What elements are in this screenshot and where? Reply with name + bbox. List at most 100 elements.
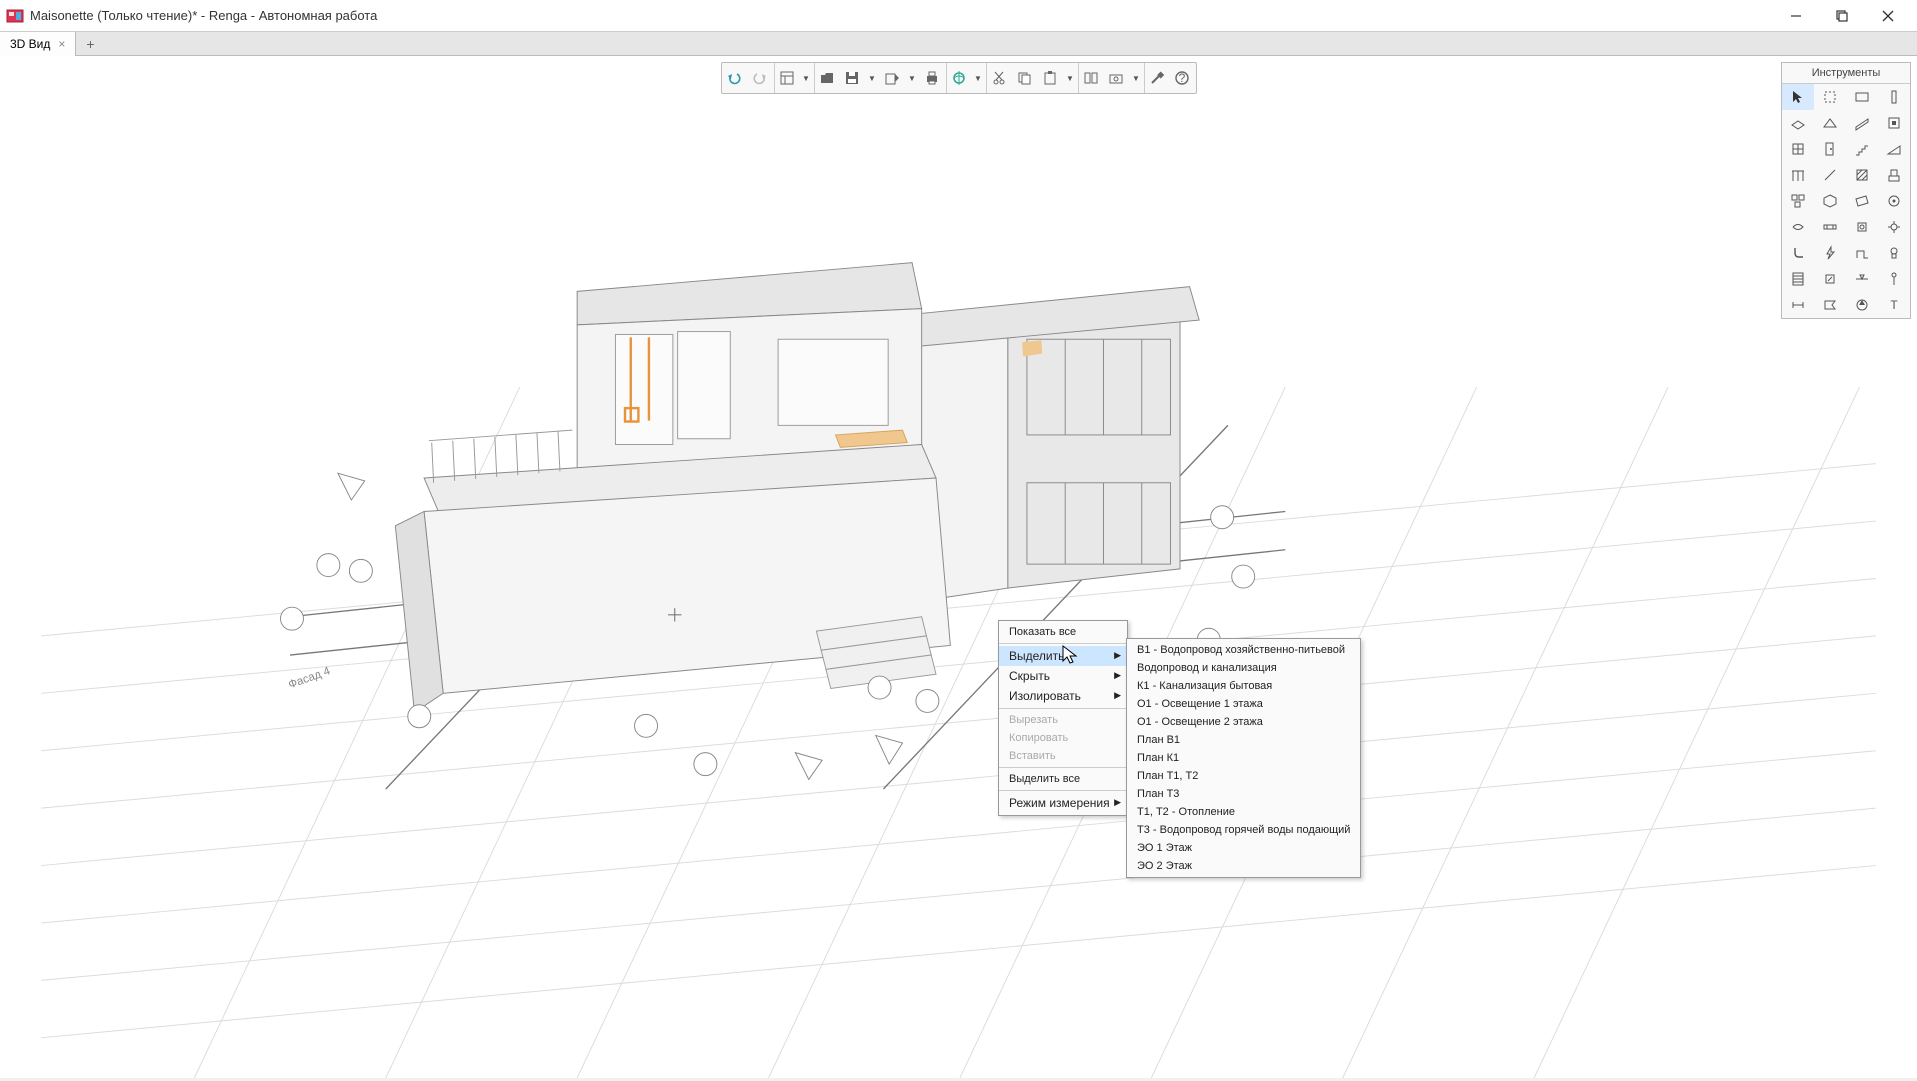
submenu-item[interactable]: Т1, Т2 - Отопление xyxy=(1127,803,1360,821)
tool-plate[interactable] xyxy=(1846,188,1878,214)
cm-hide[interactable]: Скрыть▶ xyxy=(999,666,1127,686)
tool-pipe[interactable] xyxy=(1782,214,1814,240)
tools-grid: T xyxy=(1782,84,1910,318)
submenu-item[interactable]: ЭО 1 Этаж xyxy=(1127,839,1360,857)
tools-panel: Инструменты xyxy=(1781,62,1911,319)
export-button[interactable] xyxy=(880,63,906,93)
cm-measure-mode[interactable]: Режим измерения▶ xyxy=(999,793,1127,813)
submenu-item[interactable]: План Т3 xyxy=(1127,785,1360,803)
paste-button[interactable] xyxy=(1038,63,1064,93)
tool-elevation[interactable] xyxy=(1846,292,1878,318)
tool-duct[interactable] xyxy=(1814,214,1846,240)
new-tab-button[interactable]: + xyxy=(80,35,100,53)
cut-button[interactable] xyxy=(986,63,1012,93)
tool-assembly[interactable] xyxy=(1782,188,1814,214)
tool-slab[interactable] xyxy=(1782,110,1814,136)
tool-level[interactable] xyxy=(1846,266,1878,292)
tool-lighting[interactable] xyxy=(1878,240,1910,266)
tool-switch[interactable] xyxy=(1814,266,1846,292)
submenu-item[interactable]: О1 - Освещение 2 этажа xyxy=(1127,713,1360,731)
titlebar: Maisonette (Только чтение)* - Renga - Ав… xyxy=(0,0,1917,32)
redo-button[interactable] xyxy=(748,63,774,93)
tool-window[interactable] xyxy=(1782,136,1814,162)
cm-separator xyxy=(999,708,1127,709)
context-submenu-select: В1 - Водопровод хозяйственно-питьевой Во… xyxy=(1126,638,1361,878)
undo-button[interactable] xyxy=(722,63,748,93)
view-mode-button[interactable] xyxy=(946,63,972,93)
maximize-button[interactable] xyxy=(1819,0,1865,32)
settings-button[interactable] xyxy=(1144,63,1170,93)
tool-beam[interactable] xyxy=(1846,110,1878,136)
submenu-item[interactable]: План Т1, Т2 xyxy=(1127,767,1360,785)
submenu-item[interactable]: ЭО 2 Этаж xyxy=(1127,857,1360,875)
cm-show-all[interactable]: Показать все xyxy=(999,623,1127,641)
tool-equipment[interactable] xyxy=(1846,214,1878,240)
screenshot-button[interactable] xyxy=(1104,63,1130,93)
tool-railing[interactable] xyxy=(1782,162,1814,188)
tool-rebar[interactable] xyxy=(1878,188,1910,214)
tool-section[interactable] xyxy=(1814,292,1846,318)
copy-button[interactable] xyxy=(1012,63,1038,93)
cm-select-all[interactable]: Выделить все xyxy=(999,770,1127,788)
tool-roof[interactable] xyxy=(1814,110,1846,136)
tool-foundation[interactable] xyxy=(1878,162,1910,188)
tool-route[interactable] xyxy=(1846,240,1878,266)
tool-opening[interactable] xyxy=(1878,110,1910,136)
tool-electrical[interactable] xyxy=(1814,240,1846,266)
paste-dropdown[interactable]: ▼ xyxy=(1064,63,1078,93)
app-icon xyxy=(6,7,24,25)
cm-isolate[interactable]: Изолировать▶ xyxy=(999,686,1127,706)
submenu-item[interactable]: Водопровод и канализация xyxy=(1127,659,1360,677)
window-title: Maisonette (Только чтение)* - Renga - Ав… xyxy=(30,8,377,23)
submenu-item[interactable]: О1 - Освещение 1 этажа xyxy=(1127,695,1360,713)
tool-accessory[interactable] xyxy=(1878,214,1910,240)
tool-panel[interactable] xyxy=(1782,266,1814,292)
submenu-arrow-icon: ▶ xyxy=(1114,670,1121,681)
tools-panel-title: Инструменты xyxy=(1782,63,1910,84)
tool-line[interactable] xyxy=(1814,162,1846,188)
tab-close-icon[interactable]: × xyxy=(58,37,65,51)
cm-separator xyxy=(999,643,1127,644)
print-button[interactable] xyxy=(920,63,946,93)
submenu-item[interactable]: К1 - Канализация бытовая xyxy=(1127,677,1360,695)
tool-ramp[interactable] xyxy=(1878,136,1910,162)
help-button[interactable]: ? xyxy=(1170,63,1196,93)
tab-3d-view[interactable]: 3D Вид × xyxy=(0,32,76,56)
tool-grid[interactable] xyxy=(1878,266,1910,292)
viewport-3d[interactable]: Фасад 4 xyxy=(0,100,1917,1078)
workspace: Фасад 4 ▼ ▼ ▼ ▼ ▼ ▼ ? Инструменты xyxy=(0,56,1917,1078)
open-button[interactable] xyxy=(814,63,840,93)
submenu-item[interactable]: План В1 xyxy=(1127,731,1360,749)
tool-plumbing[interactable] xyxy=(1782,240,1814,266)
submenu-item[interactable]: В1 - Водопровод хозяйственно-питьевой xyxy=(1127,641,1360,659)
project-browser-dropdown[interactable]: ▼ xyxy=(800,63,814,93)
tab-label: 3D Вид xyxy=(10,37,50,51)
close-button[interactable] xyxy=(1865,0,1911,32)
tool-dimension[interactable] xyxy=(1782,292,1814,318)
minimize-button[interactable] xyxy=(1773,0,1819,32)
submenu-item[interactable]: План К1 xyxy=(1127,749,1360,767)
save-button[interactable] xyxy=(840,63,866,93)
tool-hatch[interactable] xyxy=(1846,162,1878,188)
tool-door[interactable] xyxy=(1814,136,1846,162)
screenshot-dropdown[interactable]: ▼ xyxy=(1130,63,1144,93)
cm-cut: Вырезать xyxy=(999,711,1127,729)
collaborate-button[interactable] xyxy=(1078,63,1104,93)
tool-column[interactable] xyxy=(1878,84,1910,110)
window-controls xyxy=(1773,0,1911,32)
cm-copy: Копировать xyxy=(999,729,1127,747)
tool-marquee[interactable] xyxy=(1814,84,1846,110)
export-dropdown[interactable]: ▼ xyxy=(906,63,920,93)
save-dropdown[interactable]: ▼ xyxy=(866,63,880,93)
view-mode-dropdown[interactable]: ▼ xyxy=(972,63,986,93)
tool-wall[interactable] xyxy=(1846,84,1878,110)
submenu-arrow-icon: ▶ xyxy=(1114,797,1121,808)
project-browser-button[interactable] xyxy=(774,63,800,93)
submenu-arrow-icon: ▶ xyxy=(1114,690,1121,701)
tool-text[interactable]: T xyxy=(1878,292,1910,318)
tool-element[interactable] xyxy=(1814,188,1846,214)
submenu-item[interactable]: Т3 - Водопровод горячей воды подающий xyxy=(1127,821,1360,839)
tool-stair[interactable] xyxy=(1846,136,1878,162)
tool-select[interactable] xyxy=(1782,84,1814,110)
cm-select[interactable]: Выделить▶ xyxy=(999,646,1127,666)
